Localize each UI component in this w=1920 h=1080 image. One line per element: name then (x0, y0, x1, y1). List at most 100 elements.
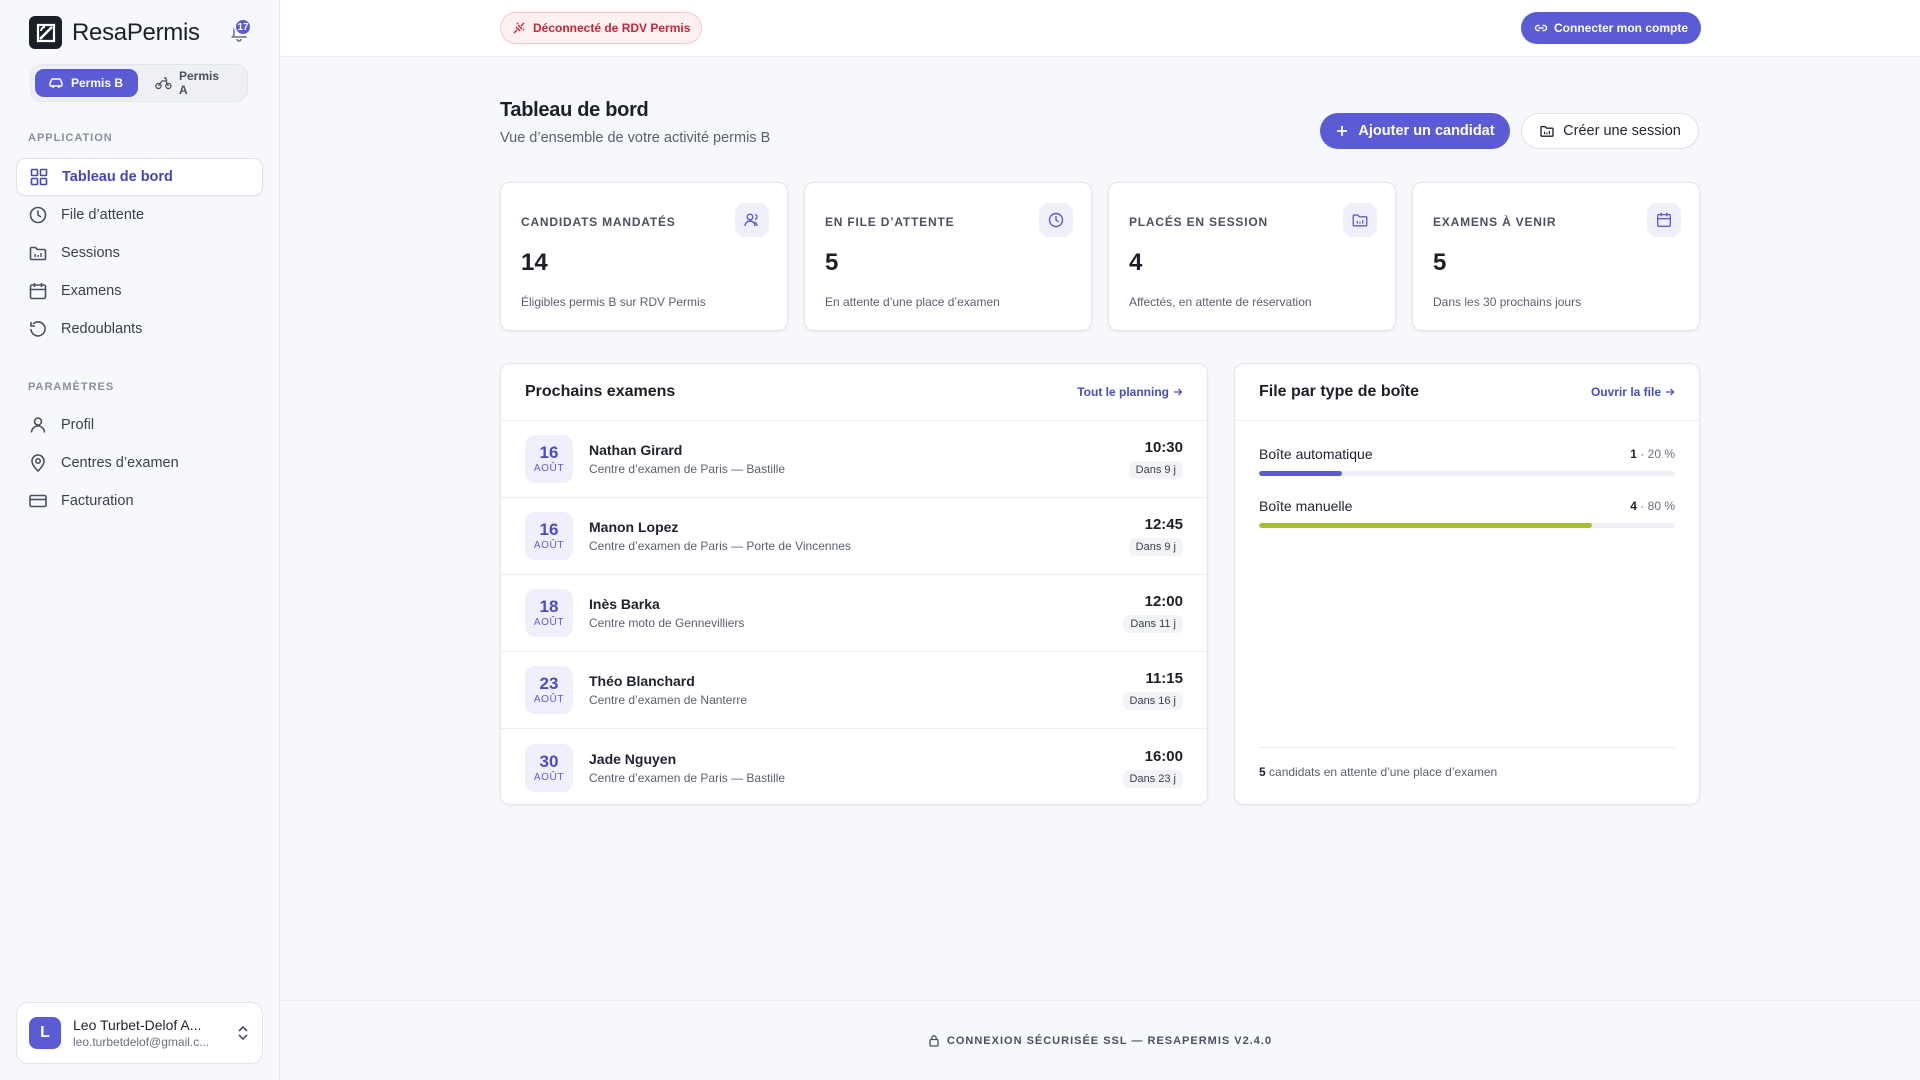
candidate-name: Théo Blanchard (589, 673, 695, 689)
exam-time: 10:30 (1144, 439, 1183, 456)
brand-name: ResaPermis (72, 18, 200, 46)
days-badge: Dans 16 j (1122, 692, 1183, 710)
unplug-icon (513, 22, 525, 34)
candidate-name: Inès Barka (589, 596, 660, 612)
plus-icon (1337, 126, 1348, 136)
connect-account-label: Connecter mon compte (1554, 21, 1689, 35)
exam-row[interactable]: 18 AOÛT Inès Barka Centre moto de Gennev… (501, 575, 1207, 652)
calendar-icon (1647, 203, 1681, 237)
nav-item-centres-d-examen[interactable]: Centres d’examen (16, 444, 263, 482)
stat-label: EN FILE D’ATTENTE (825, 215, 955, 229)
connection-status-text: Déconnecté de RDV Permis (533, 21, 691, 35)
date-month: AOÛT (533, 771, 565, 783)
gearbox-queue-panel: File par type de boîte Ouvrir la file Bo… (1234, 363, 1700, 805)
gearbox-count: 1 (1630, 447, 1637, 461)
upcoming-exams-panel: Prochains examens Tout le planning 16 AO… (500, 363, 1208, 805)
stat-card-examens-venir: EXAMENS À VENIR 5 Dans les 30 prochains … (1412, 182, 1700, 331)
candidate-name: Nathan Girard (589, 442, 683, 458)
date-month: AOÛT (533, 617, 565, 628)
footer-text: CONNEXION SÉCURISÉE SSL — RESAPERMIS V2.… (946, 1034, 1273, 1047)
calendar-icon (29, 283, 47, 300)
nav-item-file-d-attente[interactable]: File d’attente (16, 196, 263, 234)
rotate-icon (30, 321, 46, 337)
gearbox-count: 4 (1630, 499, 1637, 513)
exam-row[interactable]: 16 AOÛT Manon Lopez Centre d’examen de P… (501, 498, 1207, 575)
stat-label: CANDIDATS MANDATÉS (521, 215, 676, 229)
clock-icon (1039, 203, 1073, 237)
gearbox-progress-fill (1259, 523, 1592, 528)
nav-label: Centres d’examen (61, 455, 179, 471)
date-month: AOÛT (533, 540, 565, 551)
nav-label: File d’attente (61, 207, 145, 223)
summary-count: 5 (1259, 765, 1266, 779)
clock-icon (29, 206, 47, 224)
notification-badge[interactable]: 17 (234, 18, 252, 36)
lock-icon (929, 1035, 939, 1047)
connection-status-badge[interactable]: Déconnecté de RDV Permis (500, 12, 703, 44)
permis-a-label: Permis A (179, 69, 220, 97)
exam-row[interactable]: 16 AOÛT Nathan Girard Centre d’examen de… (501, 421, 1207, 498)
gearbox-stat: 1 · 20 % (1630, 447, 1675, 461)
date-box: 18 AOÛT (525, 589, 573, 637)
user-email: leo.turbetdelof@gmail.c... (73, 1035, 210, 1049)
date-day: 18 (539, 597, 559, 616)
brand[interactable]: ResaPermis (29, 16, 200, 49)
exam-center: Centre d’examen de Nanterre (589, 693, 748, 707)
user-menu[interactable]: L Leo Turbet-Delof A... leo.turbetdelof@… (16, 1002, 263, 1064)
permis-switch: Permis B Permis A (30, 64, 248, 102)
nav-item-sessions[interactable]: Sessions (16, 234, 263, 272)
exam-time: 12:45 (1144, 516, 1183, 533)
create-session-button[interactable]: Créer une session (1521, 113, 1699, 149)
add-candidate-label: Ajouter un candidat (1358, 123, 1495, 139)
nav-section-application: APPLICATION (28, 132, 113, 144)
folder-icon (1540, 125, 1554, 137)
grid-icon (30, 168, 48, 186)
days-badge: Dans 23 j (1122, 769, 1183, 788)
car-icon (49, 78, 63, 88)
stat-desc: Dans les 30 prochains jours (1433, 295, 1582, 309)
footer: CONNEXION SÉCURISÉE SSL — RESAPERMIS V2.… (280, 1000, 1920, 1080)
stat-desc: Éligibles permis B sur RDV Permis (521, 295, 706, 309)
folder-icon (1343, 203, 1377, 237)
folder-icon (29, 246, 47, 261)
gearbox-percent: · 80 % (1636, 499, 1675, 513)
full-planning-link[interactable]: Tout le planning (1077, 385, 1183, 399)
date-box: 30 AOÛT (525, 743, 573, 792)
exam-row[interactable]: 23 AOÛT Théo Blanchard Centre d’examen d… (501, 652, 1207, 729)
date-box: 23 AOÛT (525, 666, 573, 714)
add-candidate-button[interactable]: Ajouter un candidat (1320, 113, 1510, 149)
chevron-up-down-icon (238, 1025, 248, 1041)
nav-item-redoublants[interactable]: Redoublants (16, 310, 263, 348)
date-box: 16 AOÛT (525, 435, 573, 483)
connect-account-button[interactable]: Connecter mon compte (1521, 12, 1702, 44)
stat-desc: En attente d’une place d’examen (825, 295, 1000, 309)
nav-item-examens[interactable]: Examens (16, 272, 263, 310)
avatar: L (29, 1017, 61, 1049)
open-queue-link[interactable]: Ouvrir la file (1591, 385, 1675, 399)
gearbox-row-automatic: Boîte automatique 1 · 20 % (1259, 446, 1675, 476)
exam-center: Centre d’examen de Paris — Bastille (589, 770, 786, 785)
exam-row[interactable]: 30 AOÛT Jade Nguyen Centre d’examen de P… (501, 729, 1207, 804)
exam-center: Centre d’examen de Paris — Porte de Vinc… (589, 539, 851, 553)
stat-value: 4 (1129, 249, 1143, 276)
exam-time: 16:00 (1144, 747, 1183, 765)
users-icon (735, 203, 769, 237)
permis-b-label: Permis B (71, 76, 124, 90)
link-icon (1534, 24, 1548, 32)
stat-card-places-session: PLACÉS EN SESSION 4 Affectés, en attente… (1108, 182, 1396, 331)
nav-label: Examens (61, 283, 122, 299)
gearbox-stat: 4 · 80 % (1630, 499, 1675, 513)
nav-label: Tableau de bord (62, 169, 173, 185)
nav-item-tableau-de-bord[interactable]: Tableau de bord (16, 158, 263, 196)
permis-b-tab[interactable]: Permis B (35, 69, 139, 97)
nav-item-profil[interactable]: Profil (16, 406, 263, 444)
arrow-right-icon (1174, 388, 1183, 396)
permis-a-tab[interactable]: Permis A (142, 69, 243, 97)
nav-item-facturation[interactable]: Facturation (16, 482, 263, 520)
open-queue-label: Ouvrir la file (1590, 385, 1661, 399)
arrow-right-icon (1666, 388, 1675, 396)
exam-time: 11:15 (1145, 670, 1183, 687)
gearbox-summary: 5 candidats en attente d’une place d’exa… (1259, 747, 1675, 779)
stat-value: 5 (825, 249, 839, 276)
exam-center: Centre moto de Gennevilliers (589, 616, 745, 630)
